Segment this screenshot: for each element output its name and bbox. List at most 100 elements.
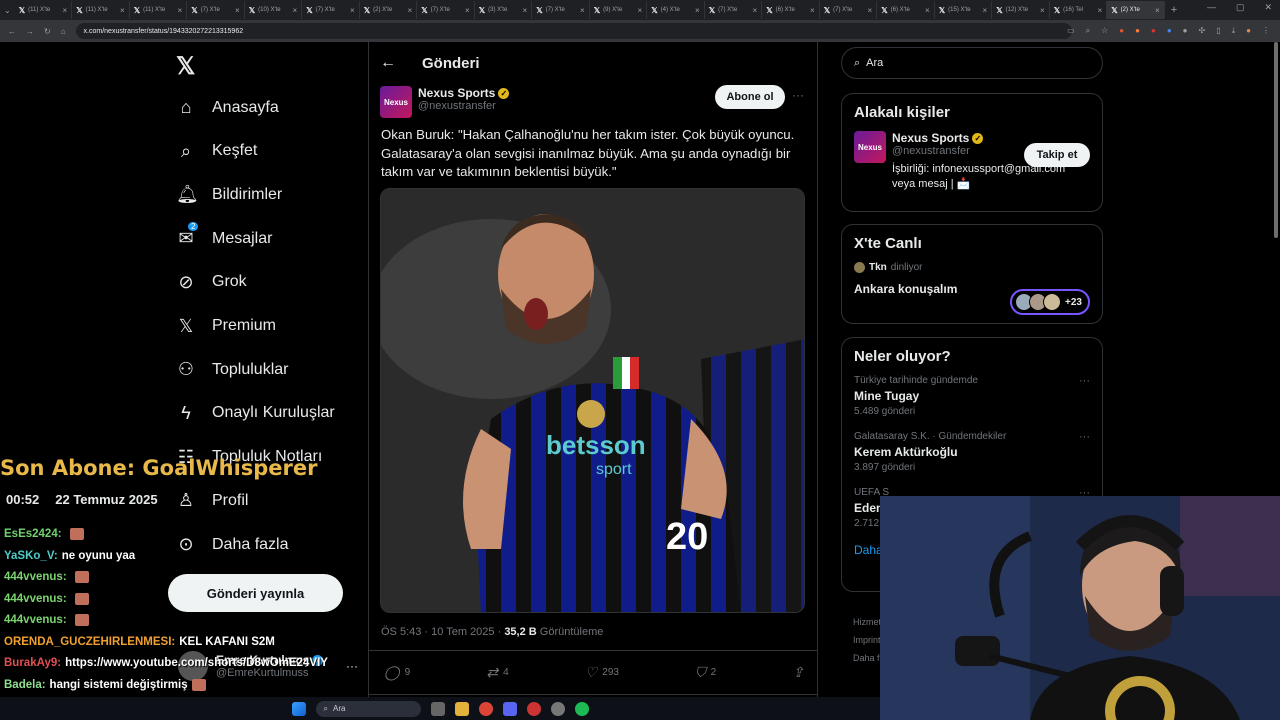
repost-button[interactable]: ⇄ 4 — [486, 662, 508, 682]
browser-tab[interactable]: 𝕏 (2) X'te × — [1107, 1, 1165, 19]
browser-tab[interactable]: 𝕏 (6) X'te × — [762, 1, 820, 19]
tab-close-icon[interactable]: × — [810, 6, 815, 15]
zoom-icon[interactable]: ⌕ — [1086, 26, 1090, 36]
subscribe-button[interactable]: Abone ol — [715, 85, 785, 109]
browser-tab[interactable]: 𝕏 (7) X'te × — [302, 1, 360, 19]
search-input[interactable]: ⌕ Ara — [841, 47, 1103, 79]
settings-icon[interactable] — [550, 701, 565, 716]
share-button[interactable]: ⇪ — [792, 662, 804, 682]
forward-icon[interactable]: → — [26, 27, 34, 36]
sidebar-item-10[interactable]: ♙ Profil — [176, 490, 249, 511]
post-more-icon[interactable]: ··· — [792, 88, 804, 102]
browser-tab[interactable]: 𝕏 (10) X'te × — [245, 1, 303, 19]
browser-tab[interactable]: 𝕏 (7) X'te × — [705, 1, 763, 19]
maximize-icon[interactable]: ▢ — [1236, 2, 1245, 13]
sidebar-item-2[interactable]: ⌕ Keşfet — [176, 141, 257, 162]
bookmark-star-icon[interactable]: ☆ — [1101, 26, 1108, 36]
home-icon[interactable]: ⌂ — [61, 27, 66, 36]
install-icon[interactable]: ▭ — [1067, 26, 1075, 36]
tab-menu-icon[interactable]: ⌄ — [4, 6, 11, 15]
author-avatar[interactable]: Nexus — [380, 86, 412, 118]
browser-tab[interactable]: 𝕏 (7) X'te × — [532, 1, 590, 19]
sidebar-item-1[interactable]: ⌂ Anasayfa — [176, 97, 279, 118]
tab-close-icon[interactable]: × — [1098, 6, 1103, 15]
trend-item[interactable]: Türkiye tarihinde gündemde Mine Tugay 5.48… — [854, 375, 1090, 417]
space-listeners[interactable]: +23 — [1010, 289, 1090, 315]
app-icon[interactable] — [526, 701, 541, 716]
browser-tab[interactable]: 𝕏 (4) X'te × — [647, 1, 705, 19]
x-logo-icon[interactable]: 𝕏 — [176, 52, 195, 81]
back-arrow-icon[interactable]: ← — [380, 54, 396, 72]
tab-close-icon[interactable]: × — [695, 6, 700, 15]
new-tab-icon[interactable]: + — [1171, 4, 1177, 16]
taskview-icon[interactable] — [430, 701, 445, 716]
tab-close-icon[interactable]: × — [293, 6, 298, 15]
browser-tab[interactable]: 𝕏 (7) X'te × — [187, 1, 245, 19]
extension-icon[interactable]: ● — [1167, 26, 1172, 36]
post-time[interactable]: ÖS 5:43 · 10 Tem 2025 · — [381, 626, 504, 638]
browser-tab[interactable]: 𝕏 (11) X'te × — [130, 1, 188, 19]
tab-close-icon[interactable]: × — [63, 6, 68, 15]
close-window-icon[interactable]: ✕ — [1264, 2, 1272, 13]
post-image[interactable]: betsson sport 20 — [380, 188, 805, 613]
browser-tab[interactable]: 𝕏 (7) X'te × — [417, 1, 475, 19]
author-name[interactable]: Nexus Sports — [418, 86, 495, 100]
tab-close-icon[interactable]: × — [925, 6, 930, 15]
browser-tab[interactable]: 𝕏 (2) X'te × — [360, 1, 418, 19]
browser-tab[interactable]: 𝕏 (11) X'te × — [72, 1, 130, 19]
like-button[interactable]: ♡ 293 — [585, 662, 619, 682]
tab-close-icon[interactable]: × — [638, 6, 643, 15]
tab-close-icon[interactable]: × — [868, 6, 873, 15]
tab-close-icon[interactable]: × — [983, 6, 988, 15]
sidebar-icon[interactable]: ▯ — [1216, 26, 1220, 36]
sidebar-item-5[interactable]: ⊘ Grok — [176, 272, 246, 293]
follow-button[interactable]: Takip et — [1024, 143, 1090, 167]
tab-close-icon[interactable]: × — [753, 6, 758, 15]
profile-avatar[interactable]: ● — [1246, 26, 1251, 36]
taskbar-search[interactable]: ⌕ Ara — [315, 700, 421, 717]
browser-tab[interactable]: 𝕏 (11) X'te × — [15, 1, 73, 19]
footer-link[interactable]: Hizmet — [853, 613, 881, 631]
browser-tab[interactable]: 𝕏 (3) X'te × — [475, 1, 533, 19]
windows-start-icon[interactable] — [291, 701, 306, 716]
browser-tab[interactable]: 𝕏 (16) Tel × — [1050, 1, 1108, 19]
minimize-icon[interactable]: — — [1207, 2, 1216, 13]
trend-item[interactable]: Galatasaray S.K. · Gündemdekiler Kerem Ak… — [854, 431, 1090, 473]
sidebar-item-3[interactable]: 🔔︎ Bildirimler — [176, 184, 282, 205]
discord-icon[interactable] — [502, 701, 517, 716]
trend-more-icon[interactable]: ··· — [1079, 431, 1090, 443]
reply-button[interactable]: ◯ 9 — [384, 662, 410, 682]
footer-link[interactable]: Daha f — [853, 649, 881, 667]
browser-tab[interactable]: 𝕏 (7) X'te × — [820, 1, 878, 19]
scrollbar-thumb[interactable] — [1274, 42, 1278, 238]
trend-more-icon[interactable]: ··· — [1079, 375, 1090, 387]
puzzle-icon[interactable]: ✣ — [1199, 26, 1206, 36]
tab-close-icon[interactable]: × — [580, 6, 585, 15]
browser-tab[interactable]: 𝕏 (9) X'te × — [590, 1, 648, 19]
bookmark-button[interactable]: ⛉ 2 — [695, 662, 716, 682]
sidebar-item-4[interactable]: ✉ 2 Mesajlar — [176, 222, 272, 249]
spotify-icon[interactable] — [574, 701, 589, 716]
author-handle[interactable]: @nexustransfer — [418, 100, 509, 112]
page-scrollbar[interactable] — [1272, 42, 1280, 242]
chrome-icon[interactable] — [478, 701, 493, 716]
tab-close-icon[interactable]: × — [235, 6, 240, 15]
file-explorer-icon[interactable] — [454, 701, 469, 716]
tab-close-icon[interactable]: × — [178, 6, 183, 15]
account-more-icon[interactable]: ··· — [346, 659, 358, 673]
tab-close-icon[interactable]: × — [1040, 6, 1045, 15]
tab-close-icon[interactable]: × — [523, 6, 528, 15]
tab-close-icon[interactable]: × — [1155, 6, 1160, 15]
footer-link[interactable]: Imprint — [853, 631, 881, 649]
sidebar-item-6[interactable]: 𝕏 Premium — [176, 316, 276, 337]
sidebar-item-11[interactable]: ⊙ Daha fazla — [176, 534, 288, 555]
person-avatar[interactable]: Nexus — [854, 131, 886, 163]
tab-close-icon[interactable]: × — [350, 6, 355, 15]
url-field[interactable]: x.com/nexustransfer/status/1943320272213… — [75, 23, 1072, 39]
extension-icon[interactable]: ● — [1151, 26, 1156, 36]
browser-tab[interactable]: 𝕏 (15) X'te × — [935, 1, 993, 19]
extension-icon[interactable]: ● — [1183, 26, 1188, 36]
reload-icon[interactable]: ↻ — [44, 27, 51, 36]
tab-close-icon[interactable]: × — [408, 6, 413, 15]
sidebar-item-8[interactable]: ϟ Onaylı Kuruluşlar — [176, 403, 334, 424]
